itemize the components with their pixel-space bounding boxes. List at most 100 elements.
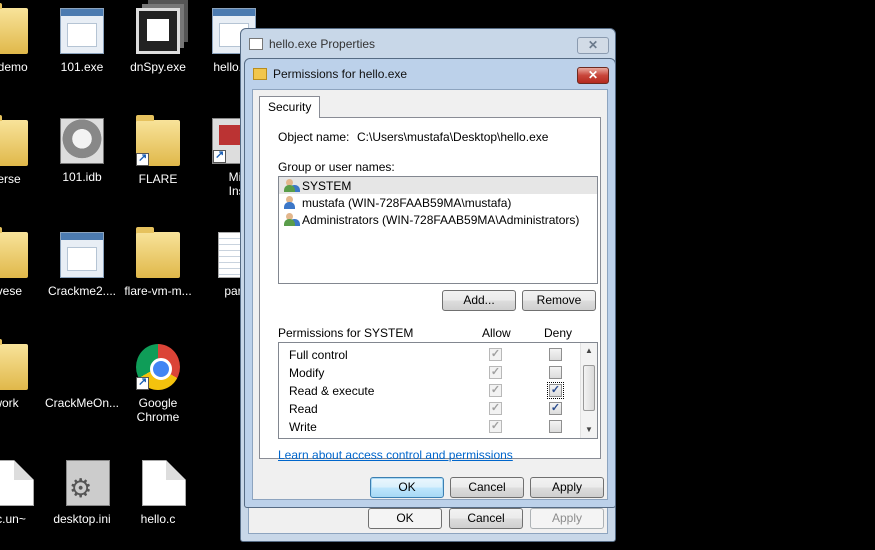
desktop-icon-label: o.c.un~ (0, 512, 26, 526)
desktop-icon-crackme2[interactable]: Crackme2.... (44, 232, 120, 298)
file-icon (0, 460, 34, 506)
user-list-item-system[interactable]: SYSTEM (279, 177, 597, 194)
apply-button[interactable]: Apply (530, 477, 604, 498)
user-name: SYSTEM (302, 178, 352, 193)
properties-cancel-button[interactable]: Cancel (449, 508, 523, 529)
desktop-icon-crackmeon[interactable]: CrackMeOn... (44, 344, 120, 410)
shortcut-arrow-icon (136, 375, 149, 390)
desktop-icon-desktop-ini[interactable]: desktop.ini (44, 460, 120, 526)
permission-row-full-control: Full control ✓ (279, 346, 581, 364)
learn-access-control-link[interactable]: Learn about access control and permissio… (278, 448, 513, 462)
permissions-for-label: Permissions for SYSTEM (278, 326, 414, 340)
permissions-list[interactable]: Full control ✓ Modify ✓ Read & execute ✓… (278, 342, 598, 439)
group-icon (283, 178, 299, 193)
desktop-icon-101-idb[interactable]: 101.idb (44, 118, 120, 184)
shortcut-arrow-icon (213, 148, 226, 163)
ida-database-icon (60, 118, 104, 164)
group-or-user-names-label: Group or user names: (278, 160, 395, 174)
desktop-icon-label: CrackMeOn... (44, 396, 119, 410)
desktop-icon-label: 32demo (0, 60, 28, 74)
allow-checkbox[interactable]: ✓ (489, 384, 502, 397)
scroll-thumb[interactable] (583, 365, 595, 411)
deny-checkbox[interactable] (549, 348, 562, 361)
allow-checkbox[interactable]: ✓ (489, 402, 502, 415)
desktop-icon-flare[interactable]: FLARE (120, 115, 196, 186)
object-name-value: C:\Users\mustafa\Desktop\hello.exe (357, 130, 549, 144)
user-list-item-mustafa[interactable]: mustafa (WIN-728FAAB59MA\mustafa) (279, 194, 597, 211)
allow-checkbox[interactable]: ✓ (489, 366, 502, 379)
deny-checkbox[interactable] (549, 420, 562, 433)
permissions-dialog: Permissions for hello.exe ✕ Security Obj… (244, 58, 616, 508)
deny-checkbox[interactable]: ✓ (549, 402, 562, 415)
security-tab-panel: Object name: C:\Users\mustafa\Desktop\he… (259, 117, 601, 462)
permissions-client: Security Object name: C:\Users\mustafa\D… (252, 89, 608, 500)
permission-row-write: Write ✓ (279, 418, 581, 436)
group-user-listbox[interactable]: SYSTEM mustafa (WIN-728FAAB59MA\mustafa)… (278, 176, 598, 284)
allow-checkbox[interactable] (489, 438, 502, 439)
desktop-icon-label: Crackme2.... (47, 284, 116, 298)
application-icon (60, 8, 104, 54)
desktop-icon-label: FLARE (138, 172, 178, 186)
properties-ok-button[interactable]: OK (368, 508, 442, 529)
allow-checkbox[interactable]: ✓ (489, 348, 502, 361)
add-button[interactable]: Add... (442, 290, 516, 311)
desktop-icon-dnspy[interactable]: dnSpy.exe (120, 8, 196, 74)
desktop-icon-label: flare-vm-m... (124, 284, 192, 298)
permission-name: Write (289, 420, 317, 434)
folder-icon (136, 115, 180, 166)
desktop-icon-verse[interactable]: verse (0, 115, 44, 186)
permission-row-read-execute: Read & execute ✓ ✓ (279, 382, 581, 400)
permission-name: Modify (289, 366, 325, 380)
desktop-icon-101-exe[interactable]: 101.exe (44, 8, 120, 74)
object-name-label: Object name: (278, 130, 350, 144)
permission-row-modify: Modify ✓ (279, 364, 581, 382)
scroll-up-arrow-icon[interactable]: ▲ (581, 343, 597, 359)
desktop-icon-label: 101.idb (62, 170, 102, 184)
desktop-icon-work[interactable]: work (0, 339, 44, 410)
permissions-scrollbar[interactable]: ▲ ▼ (580, 343, 597, 438)
permission-row-read: Read ✓ ✓ (279, 400, 581, 418)
shortcut-arrow-icon (136, 151, 149, 166)
desktop-icon-o-c-un[interactable]: o.c.un~ (0, 460, 44, 526)
user-name: mustafa (WIN-728FAAB59MA\mustafa) (302, 195, 512, 210)
allow-column-header: Allow (482, 326, 511, 340)
deny-checkbox[interactable] (549, 438, 562, 439)
tab-security[interactable]: Security (259, 96, 321, 118)
desktop-icon-google-chrome[interactable]: Google Chrome (120, 344, 196, 424)
deny-checkbox[interactable]: ✓ (547, 382, 564, 399)
folder-icon (0, 227, 28, 278)
folder-icon (253, 68, 267, 80)
application-icon (60, 232, 104, 278)
desktop-icon-32demo[interactable]: 32demo (0, 3, 44, 74)
properties-title: hello.exe Properties (269, 37, 376, 51)
desktop-icon-label: evese (0, 284, 23, 298)
ok-button[interactable]: OK (370, 477, 444, 498)
user-list-item-administrators[interactable]: Administrators (WIN-728FAAB59MA\Administ… (279, 211, 597, 228)
scroll-down-arrow-icon[interactable]: ▼ (581, 422, 597, 438)
permission-name: Full control (289, 348, 348, 362)
permission-row-partial (279, 436, 581, 439)
desktop-icon-label: dnSpy.exe (130, 60, 186, 74)
permissions-close-button[interactable]: ✕ (577, 67, 609, 84)
group-icon (283, 212, 299, 227)
desktop-icon-label: 101.exe (60, 60, 104, 74)
properties-close-button[interactable]: ✕ (577, 37, 609, 54)
properties-apply-button[interactable]: Apply (530, 508, 604, 529)
desktop-icon-flare-vm[interactable]: flare-vm-m... (120, 227, 196, 298)
desktop-icon-evese[interactable]: evese (0, 227, 44, 298)
cancel-button[interactable]: Cancel (450, 477, 524, 498)
blank-icon (60, 344, 104, 390)
desktop-icon-label: verse (0, 172, 21, 186)
permissions-titlebar[interactable]: Permissions for hello.exe (245, 59, 615, 89)
desktop-icon-hello-c[interactable]: hello.c (120, 460, 196, 526)
deny-checkbox[interactable] (549, 366, 562, 379)
properties-titlebar[interactable]: hello.exe Properties (241, 29, 615, 59)
deny-column-header: Deny (544, 326, 573, 340)
remove-button[interactable]: Remove (522, 290, 596, 311)
user-name: Administrators (WIN-728FAAB59MA\Administ… (302, 212, 580, 227)
desktop-icon-label: desktop.ini (53, 512, 111, 526)
allow-checkbox[interactable]: ✓ (489, 420, 502, 433)
permission-name: Read & execute (289, 384, 375, 398)
desktop-icon-label-line2: Chrome (136, 410, 180, 424)
permissions-title: Permissions for hello.exe (273, 67, 408, 81)
